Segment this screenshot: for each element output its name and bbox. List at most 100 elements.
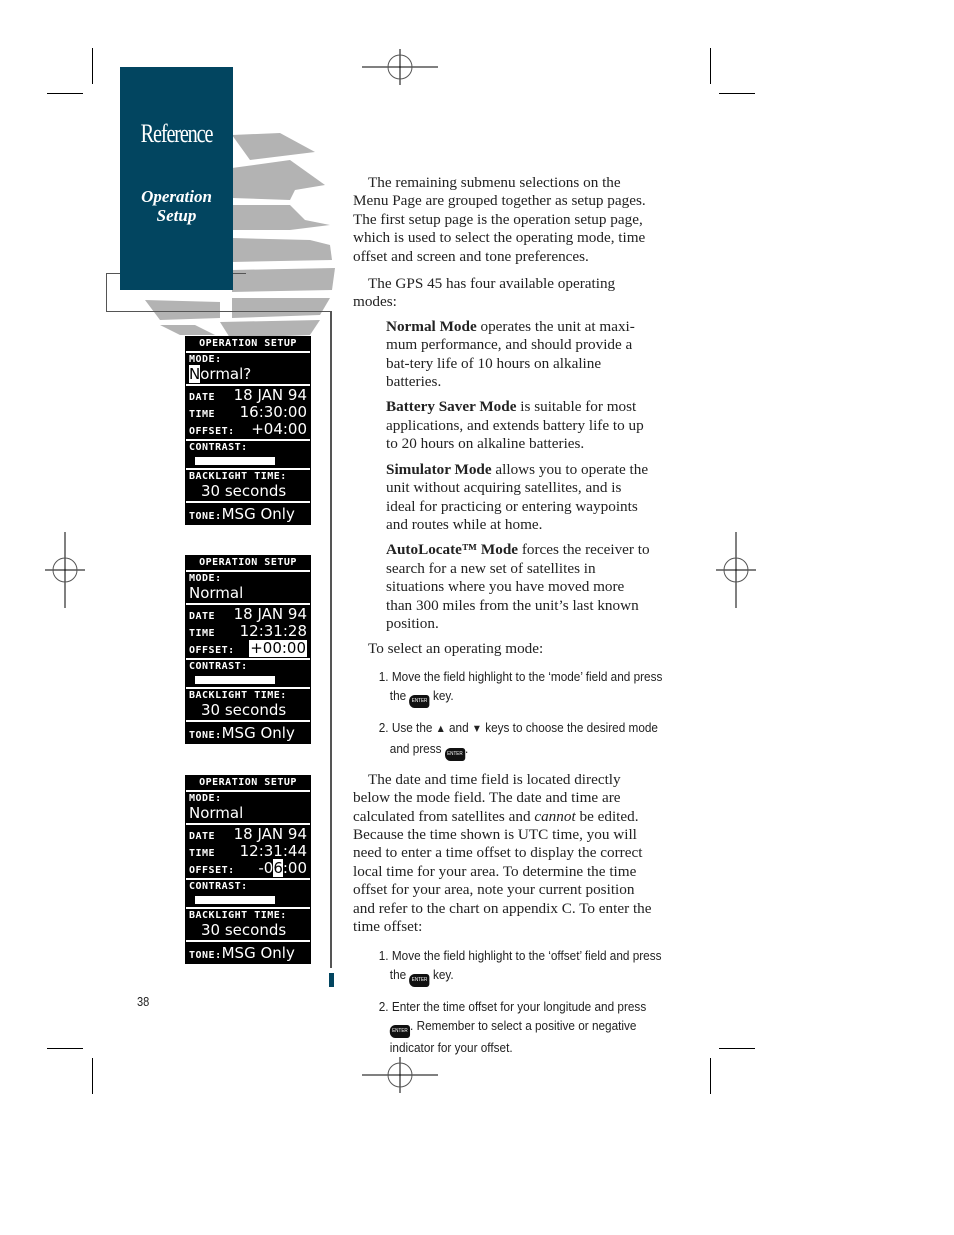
subsection-line: Setup [156,206,197,225]
crop-mark [710,1058,711,1094]
step: 2. Use the ▲ and ▼ keys to choose the de… [379,718,664,761]
offset-label: OFFSET: [189,645,235,656]
cursor: 6 [273,859,283,877]
tone-label: TONE: [189,730,222,741]
contrast-bar[interactable] [195,457,275,465]
date-value: 18 JAN 94 [233,605,307,623]
section-title: Reference [140,119,214,148]
backlight-section: BACKLIGHT TIME: 30 seconds [186,689,310,722]
step: 1. Move the field highlight to the ‘mode… [379,667,664,708]
backlight-section: BACKLIGHT TIME: 30 seconds [186,909,310,942]
contrast-label: CONTRAST: [189,442,248,453]
time-value: 12:31:28 [239,622,307,640]
offset-steps: 1. Move the field highlight to the ‘offs… [353,946,664,1057]
tone-value[interactable]: MSG Only [222,944,295,962]
contrast-section: CONTRAST: [186,441,310,470]
tone-label: TONE: [189,950,222,961]
backlight-value[interactable]: 30 seconds [189,702,307,719]
offset-label: OFFSET: [189,865,235,876]
step-text: . Remember to select a positive or negat… [389,1018,637,1056]
mode-description: Normal Mode operates the unit at maxi-mu… [353,318,653,392]
step-text: key. [429,687,454,703]
crop-mark [47,1048,83,1049]
step-text: and [445,719,472,735]
lcd-screen: OPERATION SETUP MODE: Normal? DATE 18 JAN… [185,336,311,525]
mode-description: Battery Saver Mode is suitable for most … [353,398,653,453]
contrast-label: CONTRAST: [189,661,248,672]
page-marker [329,973,334,987]
step-text: 2. Use the [378,719,436,735]
step: 2. Enter the time offset for your longit… [379,997,664,1057]
time-value: 12:31:44 [239,842,307,860]
contrast-section: CONTRAST: [186,880,310,909]
mode-section: MODE: Normal [186,792,310,825]
backlight-value[interactable]: 30 seconds [189,922,307,939]
mode-value[interactable]: Normal? [189,365,307,383]
offset-value[interactable]: +04:00 [251,421,307,438]
mode-value[interactable]: Normal [189,805,307,822]
time-label: TIME [189,848,216,859]
datetime-paragraph: The date and time field is located direc… [353,771,653,937]
screen-header: OPERATION SETUP [186,556,310,572]
tone-value[interactable]: MSG Only [222,724,295,742]
paragraph-text: be edited. Because the time shown is UTC… [353,807,652,935]
contrast-section: CONTRAST: [186,660,310,689]
crop-mark [92,48,93,84]
up-arrow-key-icon: ▲ [435,722,446,735]
backlight-section: BACKLIGHT TIME: 30 seconds [186,470,310,503]
tone-value[interactable]: MSG Only [222,505,295,523]
crop-mark [719,93,755,94]
subsection-line: Operation [141,187,212,206]
intro-paragraph: The remaining submenu selections on the … [353,174,646,265]
contrast-bar[interactable] [195,676,275,684]
offset-prefix: -0 [258,859,274,877]
mode-name: Battery Saver Mode [386,398,517,416]
step-text: key. [429,967,454,983]
mode-value-text: ormal? [200,365,252,383]
time-label: TIME [189,628,216,639]
mode-value[interactable]: Normal [189,585,307,602]
crop-mark [47,93,83,94]
date-label: DATE [189,831,216,842]
tone-section: TONE:MSG Only [186,942,310,963]
contrast-bar[interactable] [195,896,275,904]
select-intro: To select an operating mode: [368,640,544,658]
frame-line [106,273,107,311]
crop-mark [710,48,711,84]
offset-value[interactable]: -06:00 [258,859,307,877]
date-label: DATE [189,392,216,403]
registration-mark-icon [362,49,438,85]
mode-name: Simulator Mode [386,460,492,478]
lcd-screen: OPERATION SETUP MODE: Normal DATE 18 JAN … [185,555,311,744]
enter-key-icon: ENTER [409,974,430,988]
down-arrow-key-icon: ▼ [471,722,482,735]
tone-label: TONE: [189,511,222,522]
registration-mark-icon [45,532,85,608]
mode-description: AutoLocate™ Mode forces the receiver to … [353,541,653,633]
datetime-section: DATE 18 JAN 94 TIME 16:30:00 OFFSET: +04:00 [186,386,310,441]
backlight-value[interactable]: 30 seconds [189,483,307,500]
emphasis-text: cannot [534,807,576,825]
tone-section: TONE:MSG Only [186,722,310,743]
select-steps: 1. Move the field highlight to the ‘mode… [353,667,664,761]
mode-name: Normal Mode [386,317,477,335]
mode-description: Simulator Mode allows you to operate the… [353,461,653,535]
date-label: DATE [189,611,216,622]
enter-key-icon: ENTER [444,747,466,761]
frame-line [106,311,332,312]
offset-suffix: :00 [282,859,307,877]
time-label: TIME [189,409,216,420]
registration-mark-icon [716,532,756,608]
lcd-screen: OPERATION SETUP MODE: Normal DATE 18 JAN … [185,775,311,964]
mode-section: MODE: Normal [186,572,310,605]
margin-rule [330,312,332,968]
enter-key-icon: ENTER [389,1025,411,1039]
mode-section: MODE: Normal? [186,353,310,386]
date-value: 18 JAN 94 [233,825,307,843]
subsection-title: Operation Setup [120,187,233,225]
step-text: . [465,740,469,756]
contrast-label: CONTRAST: [189,881,248,892]
offset-value-highlighted[interactable]: +00:00 [249,640,307,657]
tone-section: TONE:MSG Only [186,503,310,524]
crop-mark [719,1048,755,1049]
